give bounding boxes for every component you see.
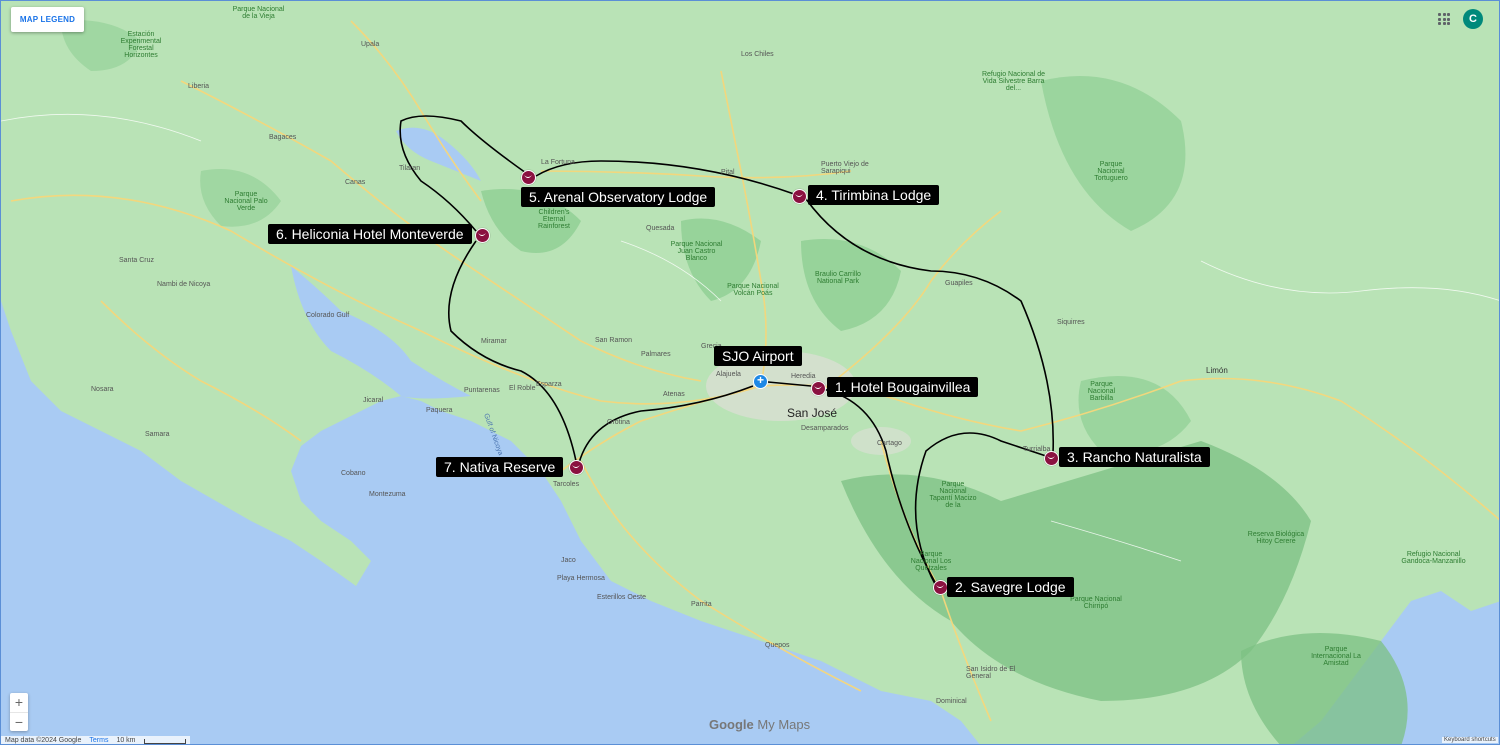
city-san-ramon: San Ramon [595,337,632,344]
marker-label-hotel-bougainvillea[interactable]: 1. Hotel Bougainvillea [827,377,979,397]
marker-label-sjo-airport[interactable]: SJO Airport [714,346,802,366]
park-horizontes: Estación Experimental Forestal Horizonte… [120,31,162,59]
zoom-control: + − [10,693,28,731]
park-barra-colorado: Refugio Nacional de Vida Silvestre Barra… [981,71,1046,92]
city-palmares: Palmares [641,351,671,358]
city-dominical: Dominical [936,698,967,705]
city-esterillos: Esterillos Oeste [597,594,647,601]
marker-label-rancho-naturalista[interactable]: 3. Rancho Naturalista [1059,447,1210,467]
city-nosara: Nosara [91,386,114,393]
google-my-maps-logo: Google My Maps [709,717,810,732]
park-los-quetzales: Parque Nacional Los Quetzales [910,551,952,572]
city-pital: Pital [721,169,735,176]
google-wordmark: Google [709,717,754,732]
city-puerto-viejo: Puerto Viejo de Sarapiqui [821,161,869,175]
scale-label[interactable]: 10 km [116,736,135,744]
city-jicaral: Jicaral [363,397,384,404]
hotel-pin-icon[interactable] [811,381,826,396]
city-montezuma: Montezuma [369,491,406,498]
city-desamparados: Desamparados [801,425,849,432]
city-la-fortuna: La Fortuna [541,159,575,166]
park-juan-castro: Parque Nacional Juan Castro Blanco [670,241,723,262]
map-terrain [1,1,1499,744]
map-legend-button[interactable]: MAP LEGEND [11,7,84,32]
city-paquera: Paquera [426,407,453,414]
city-samara: Samara [145,431,170,438]
city-esparza: Esparza [536,381,562,388]
park-tapanti: Parque Nacional Tapantí Macizo de la [929,481,977,509]
city-miramar: Miramar [481,338,507,345]
park-poas: Parque Nacional Volcán Poás [727,283,779,297]
city-quepos: Quepos [765,642,790,649]
city-alajuela: Alajuela [716,371,741,378]
park-barbilla: Parque Nacional Barbilla [1087,381,1116,402]
city-tilaran: Tilaran [399,165,421,172]
park-rincon: Parque Nacional de la Vieja [232,6,285,20]
map-footer: Map data ©2024 Google Terms 10 km [1,736,190,744]
city-upala: Upala [361,41,380,48]
city-orotina: Orotina [607,419,630,426]
mymaps-wordmark: My Maps [757,717,811,732]
avatar[interactable]: C [1463,9,1483,29]
city-guapiles: Guapiles [945,280,973,287]
zoom-out-button[interactable]: − [10,713,28,732]
park-braulio-carrillo: Braulio Carrillo National Park [815,271,861,285]
city-limon: Limón [1206,366,1228,375]
park-hitoy-cerere: Reserva Biológica Hitoy Cerere [1247,531,1305,545]
marker-label-savegre-lodge[interactable]: 2. Savegre Lodge [947,577,1074,597]
marker-label-heliconia-hotel[interactable]: 6. Heliconia Hotel Monteverde [268,224,472,244]
city-playa-hermosa: Playa Hermosa [557,575,605,582]
city-tarcoles: Tarcoles [553,481,580,488]
park-gandoca: Refugio Nacional Gandoca-Manzanillo [1401,551,1466,565]
hotel-pin-icon[interactable] [792,189,807,204]
hotel-pin-icon[interactable] [569,460,584,475]
park-chirripo: Parque Nacional Chirripó [1070,596,1122,610]
scale-bar [143,738,186,744]
city-siquirres: Siquirres [1057,319,1085,326]
park-childrens-rainforest: Children's Eternal Rainforest [538,209,570,230]
map-data-attribution: Map data ©2024 Google [5,737,82,744]
hotel-pin-icon[interactable] [475,228,490,243]
city-bagaces: Bagaces [269,134,297,141]
city-los-chiles: Los Chiles [741,51,774,58]
city-atenas: Atenas [663,391,685,398]
terms-link[interactable]: Terms [89,736,108,744]
map-canvas[interactable]: San José Desamparados Cartago Alajuela H… [0,0,1500,745]
marker-label-tirimbina-lodge[interactable]: 4. Tirimbina Lodge [808,185,940,205]
city-parrita: Parrita [691,601,712,608]
park-tortuguero: Parque Nacional Tortuguero [1094,161,1128,182]
city-nicoya: Nambi de Nicoya [157,281,211,288]
park-palo-verde: Parque Nacional Palo Verde [224,191,268,212]
hotel-pin-icon[interactable] [933,580,948,595]
park-la-amistad: Parque Internacional La Amistad [1311,646,1361,667]
hotel-pin-icon[interactable] [521,170,536,185]
city-santa-cruz: Santa Cruz [119,257,155,264]
city-el-roble: El Roble [509,385,536,392]
city-san-isidro: San Isidro de El General [966,666,1016,680]
city-puntarenas: Puntarenas [464,387,500,394]
hotel-pin-icon[interactable] [1044,451,1059,466]
city-san-jose: San José [787,406,838,420]
city-liberia: Liberia [188,83,210,90]
city-quesada: Quesada [646,225,675,232]
city-heredia: Heredia [791,373,816,380]
zoom-in-button[interactable]: + [10,693,28,713]
apps-grid-icon[interactable] [1438,13,1450,25]
marker-label-arenal-observatory-lodge[interactable]: 5. Arenal Observatory Lodge [521,187,716,207]
city-cartago: Cartago [877,440,902,447]
airport-icon[interactable]: + [753,374,768,389]
keyboard-shortcuts-link[interactable]: Keyboard shortcuts [1442,737,1498,743]
city-jaco: Jaco [561,557,576,564]
city-cobano: Cobano [341,470,366,477]
water-colorado-gulf: Colorado Gulf [306,312,350,319]
city-canas: Canas [345,179,366,186]
marker-label-nativa-reserve[interactable]: 7. Nativa Reserve [436,457,564,477]
